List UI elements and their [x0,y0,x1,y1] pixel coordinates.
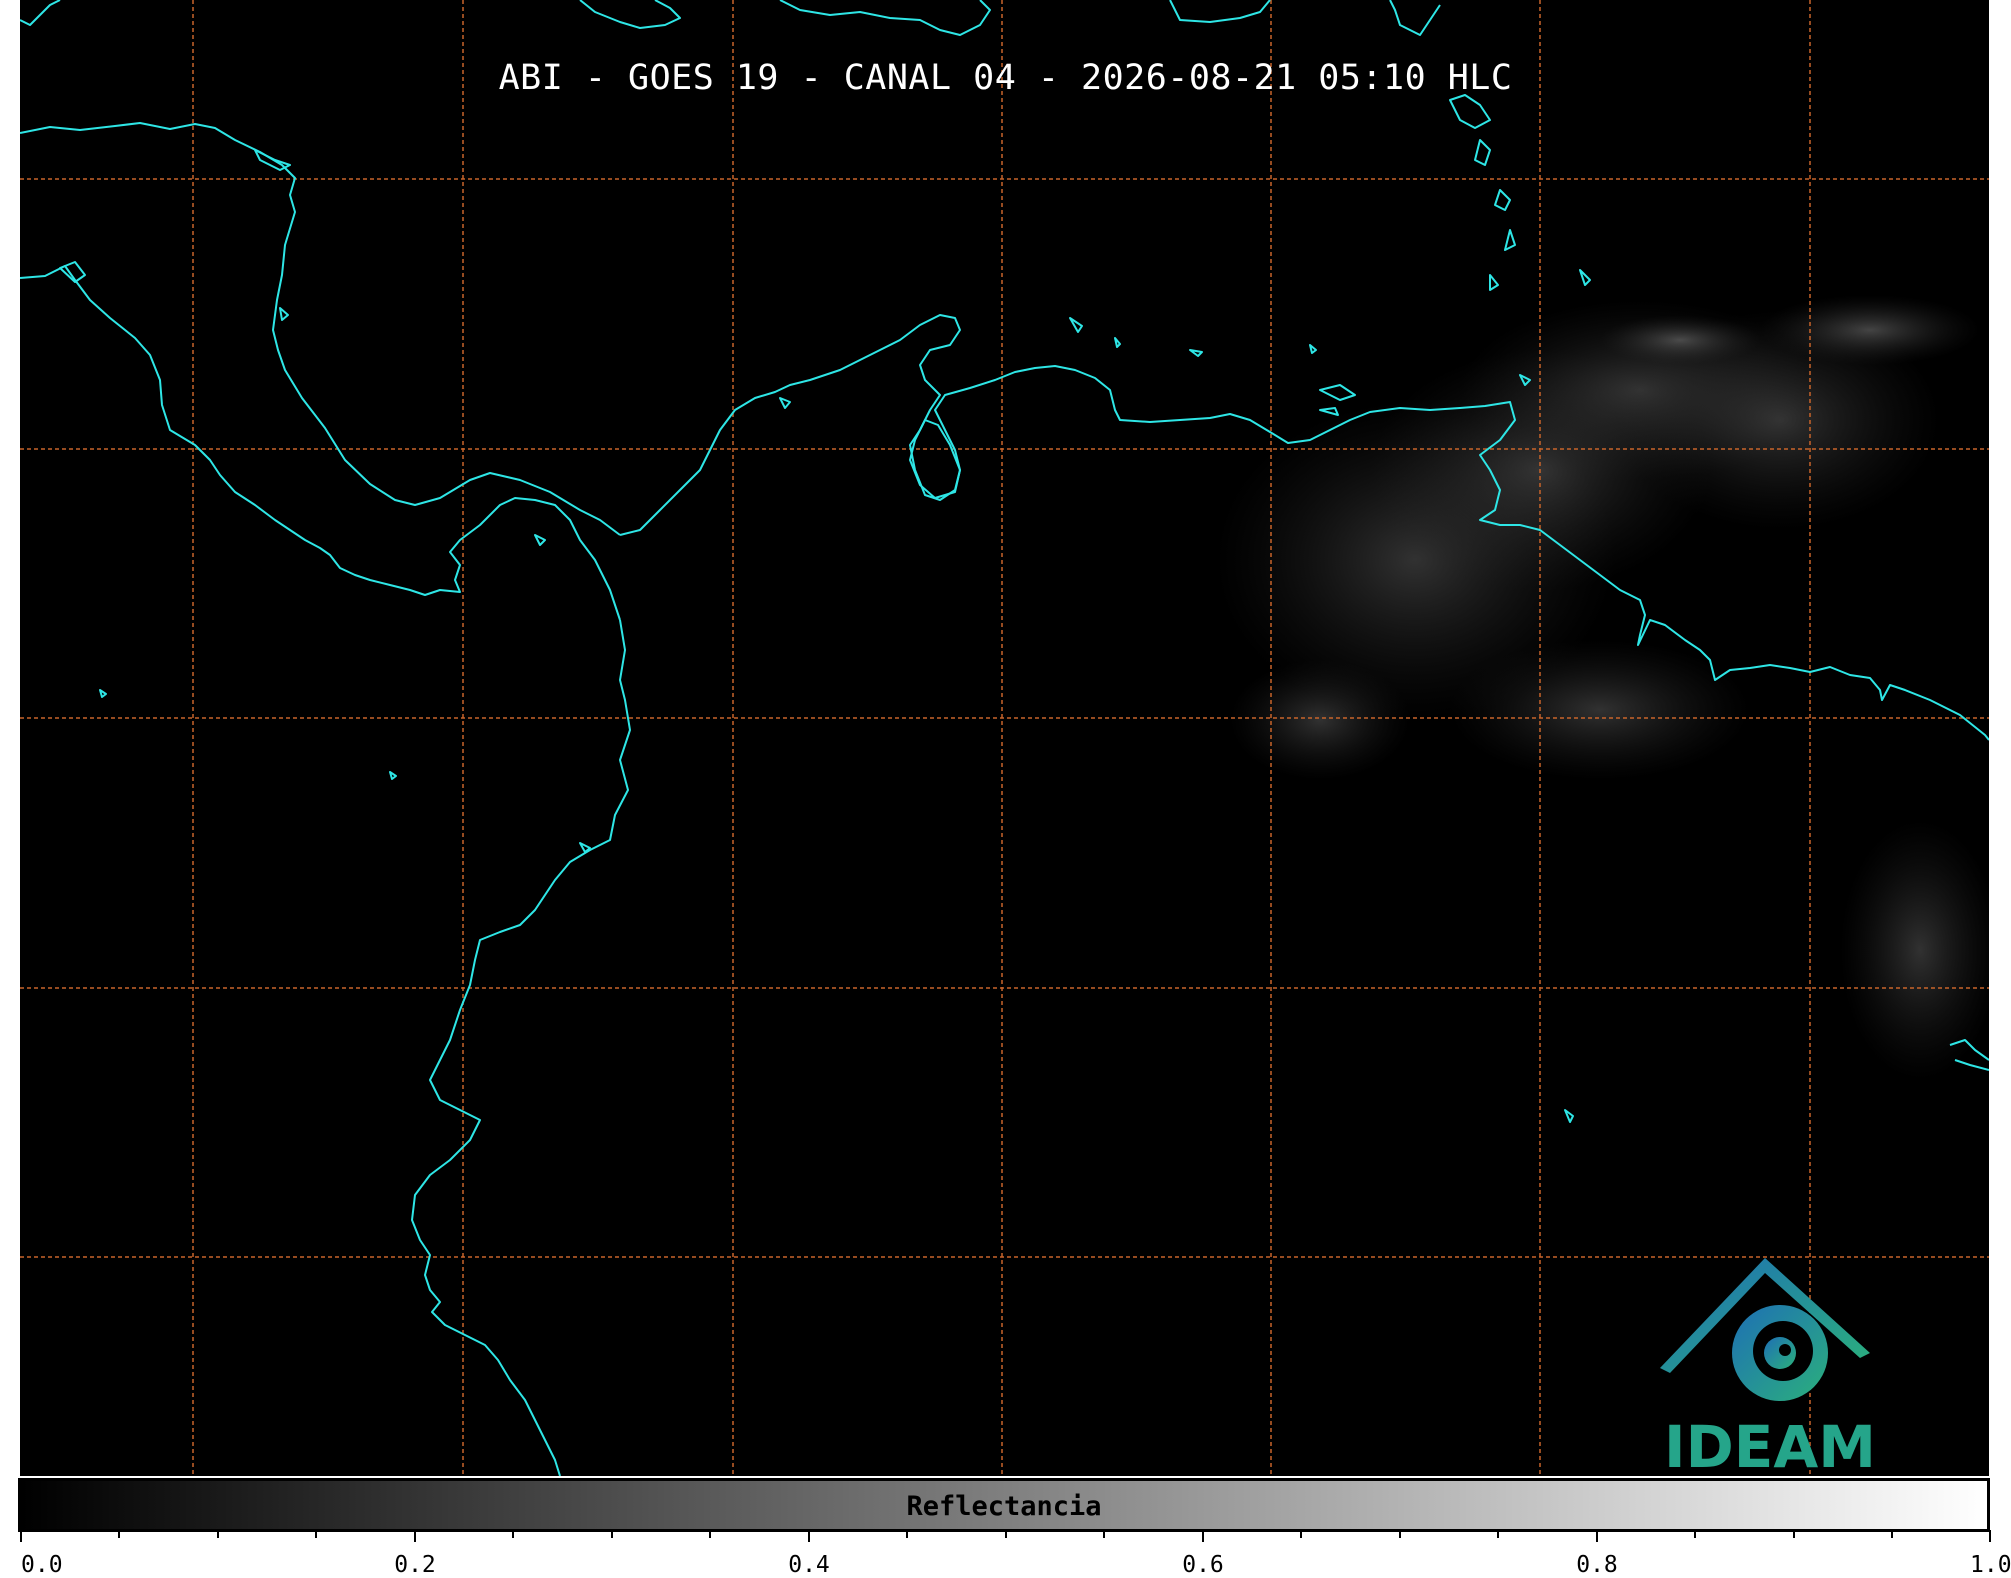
colorbar-label: Reflectancia [906,1491,1102,1522]
colorbar: Reflectancia [18,1478,1990,1532]
colorbar-tick-label: 1.0 [1970,1552,2011,1578]
satellite-image-panel [20,0,1989,1476]
colorbar-ticks [20,1530,1991,1542]
colorbar-tick-label: 0.8 [1576,1552,1618,1578]
logo-text: IDEAM [1664,1413,1876,1481]
map-title: ABI - GOES 19 - CANAL 04 - 2026-08-21 05… [498,58,1513,98]
ideam-logo-icon [1660,1258,1870,1401]
colorbar-tick-label: 0.2 [394,1552,436,1578]
colorbar-tick-label: 0.0 [21,1552,63,1578]
colorbar-tick-label: 0.4 [788,1552,830,1578]
colorbar-tick-label: 0.6 [1182,1552,1224,1578]
